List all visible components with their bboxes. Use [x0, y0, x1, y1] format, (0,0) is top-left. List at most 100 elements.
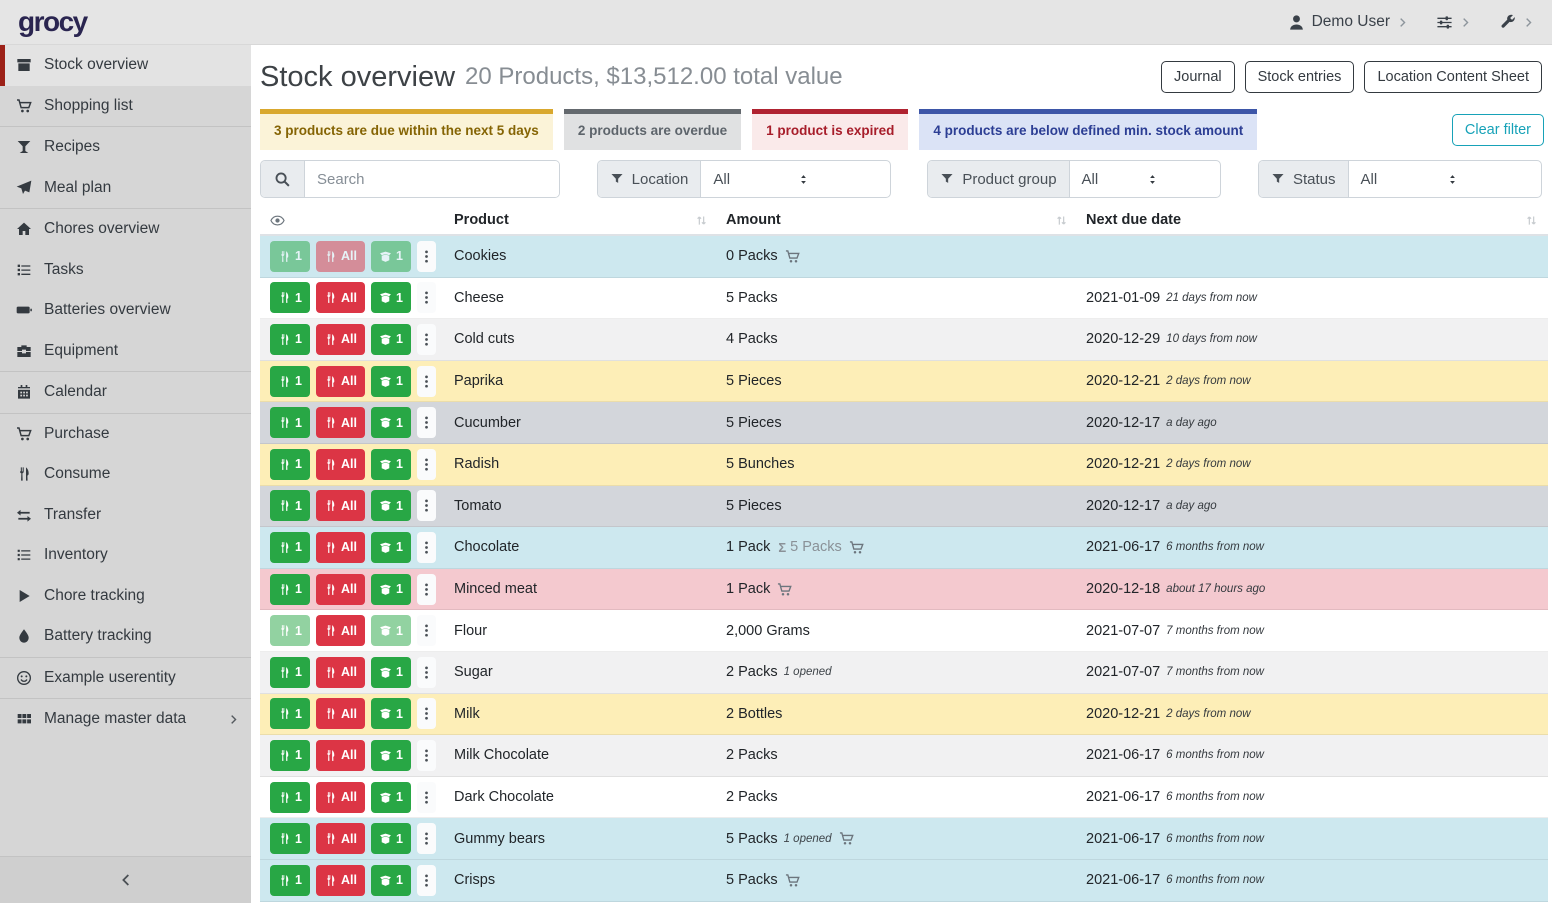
row-menu-button[interactable]: [417, 657, 436, 688]
sidebar-item-chore-tracking[interactable]: Chore tracking: [0, 576, 251, 617]
consume-all-button[interactable]: All: [316, 407, 365, 438]
row-menu-button[interactable]: [417, 449, 436, 480]
sidebar-item-chores-overview[interactable]: Chores overview: [0, 209, 251, 250]
consume-all-button[interactable]: All: [316, 532, 365, 563]
banner-warning[interactable]: 3 products are due within the next 5 day…: [260, 109, 553, 150]
consume-one-button[interactable]: 1: [270, 449, 310, 480]
open-one-button[interactable]: 1: [371, 823, 411, 854]
user-menu[interactable]: Demo User: [1288, 13, 1408, 31]
row-menu-button[interactable]: [417, 532, 436, 563]
open-one-button[interactable]: 1: [371, 615, 411, 646]
consume-all-button[interactable]: All: [316, 740, 365, 771]
row-menu-button[interactable]: [417, 740, 436, 771]
consume-all-button[interactable]: All: [316, 574, 365, 605]
open-one-button[interactable]: 1: [371, 366, 411, 397]
consume-one-button[interactable]: 1: [270, 532, 310, 563]
sidebar-item-meal-plan[interactable]: Meal plan: [0, 168, 251, 209]
filter-select[interactable]: All: [701, 161, 889, 197]
app-logo[interactable]: grocy: [18, 6, 87, 38]
consume-one-button[interactable]: 1: [270, 740, 310, 771]
consume-one-button[interactable]: 1: [270, 657, 310, 688]
sidebar-item-recipes[interactable]: Recipes: [0, 127, 251, 168]
sidebar-collapse-button[interactable]: [0, 856, 251, 903]
consume-one-button[interactable]: 1: [270, 823, 310, 854]
consume-one-button[interactable]: 1: [270, 241, 310, 272]
sidebar-item-manage-master-data[interactable]: Manage master data: [0, 699, 251, 740]
consume-one-button[interactable]: 1: [270, 282, 310, 313]
consume-one-button[interactable]: 1: [270, 407, 310, 438]
sidebar-item-example-userentity[interactable]: Example userentity: [0, 658, 251, 699]
column-header-product[interactable]: Product: [446, 206, 718, 234]
consume-all-button[interactable]: All: [316, 241, 365, 272]
open-one-button[interactable]: 1: [371, 490, 411, 521]
row-menu-button[interactable]: [417, 782, 436, 813]
open-one-button[interactable]: 1: [371, 407, 411, 438]
row-menu-button[interactable]: [417, 574, 436, 605]
open-one-button[interactable]: 1: [371, 574, 411, 605]
banner-info[interactable]: 4 products are below defined min. stock …: [919, 109, 1257, 150]
open-one-button[interactable]: 1: [371, 324, 411, 355]
open-one-button[interactable]: 1: [371, 865, 411, 896]
sidebar-item-tasks[interactable]: Tasks: [0, 250, 251, 291]
filter-select[interactable]: All: [1070, 161, 1221, 197]
row-menu-button[interactable]: [417, 324, 436, 355]
sidebar-item-shopping-list[interactable]: Shopping list: [0, 86, 251, 127]
row-menu-button[interactable]: [417, 615, 436, 646]
consume-all-button[interactable]: All: [316, 657, 365, 688]
consume-all-button[interactable]: All: [316, 324, 365, 355]
stock-entries-button[interactable]: Stock entries: [1245, 61, 1355, 93]
location-content-sheet-button[interactable]: Location Content Sheet: [1364, 61, 1542, 93]
banner-danger[interactable]: 1 product is expired: [752, 109, 908, 150]
column-header-amount[interactable]: Amount: [718, 206, 1078, 234]
search-input[interactable]: [305, 161, 559, 197]
consume-all-button[interactable]: All: [316, 698, 365, 729]
row-menu-button[interactable]: [417, 865, 436, 896]
consume-one-button[interactable]: 1: [270, 366, 310, 397]
consume-all-button[interactable]: All: [316, 366, 365, 397]
consume-one-button[interactable]: 1: [270, 782, 310, 813]
consume-all-button[interactable]: All: [316, 449, 365, 480]
consume-one-button[interactable]: 1: [270, 698, 310, 729]
sidebar-item-calendar[interactable]: Calendar: [0, 372, 251, 413]
consume-one-button[interactable]: 1: [270, 574, 310, 605]
sidebar-item-battery-tracking[interactable]: Battery tracking: [0, 616, 251, 657]
sidebar-item-batteries-overview[interactable]: Batteries overview: [0, 290, 251, 331]
consume-one-button[interactable]: 1: [270, 615, 310, 646]
open-one-button[interactable]: 1: [371, 282, 411, 313]
row-menu-button[interactable]: [417, 490, 436, 521]
clear-filter-button[interactable]: Clear filter: [1452, 114, 1544, 146]
sidebar-item-equipment[interactable]: Equipment: [0, 331, 251, 372]
consume-one-button[interactable]: 1: [270, 324, 310, 355]
sidebar-item-consume[interactable]: Consume: [0, 454, 251, 495]
consume-all-button[interactable]: All: [316, 490, 365, 521]
open-one-button[interactable]: 1: [371, 241, 411, 272]
column-header-next-due-date[interactable]: Next due date: [1078, 206, 1548, 234]
open-one-button[interactable]: 1: [371, 782, 411, 813]
filter-select[interactable]: All: [1349, 161, 1541, 197]
consume-all-button[interactable]: All: [316, 823, 365, 854]
consume-all-button[interactable]: All: [316, 782, 365, 813]
sidebar-item-stock-overview[interactable]: Stock overview: [0, 45, 251, 86]
consume-one-button[interactable]: 1: [270, 865, 310, 896]
consume-all-button[interactable]: All: [316, 865, 365, 896]
consume-all-button[interactable]: All: [316, 615, 365, 646]
row-menu-button[interactable]: [417, 823, 436, 854]
open-one-button[interactable]: 1: [371, 657, 411, 688]
row-menu-button[interactable]: [417, 241, 436, 272]
consume-one-button[interactable]: 1: [270, 490, 310, 521]
open-one-button[interactable]: 1: [371, 532, 411, 563]
settings-menu[interactable]: [1436, 14, 1471, 31]
banner-secondary[interactable]: 2 products are overdue: [564, 109, 741, 150]
row-menu-button[interactable]: [417, 698, 436, 729]
sidebar-item-inventory[interactable]: Inventory: [0, 535, 251, 576]
row-menu-button[interactable]: [417, 366, 436, 397]
open-one-button[interactable]: 1: [371, 449, 411, 480]
sidebar-item-transfer[interactable]: Transfer: [0, 495, 251, 536]
admin-menu[interactable]: [1499, 14, 1534, 31]
open-one-button[interactable]: 1: [371, 740, 411, 771]
row-menu-button[interactable]: [417, 407, 436, 438]
row-menu-button[interactable]: [417, 282, 436, 313]
consume-all-button[interactable]: All: [316, 282, 365, 313]
open-one-button[interactable]: 1: [371, 698, 411, 729]
sidebar-item-purchase[interactable]: Purchase: [0, 414, 251, 455]
